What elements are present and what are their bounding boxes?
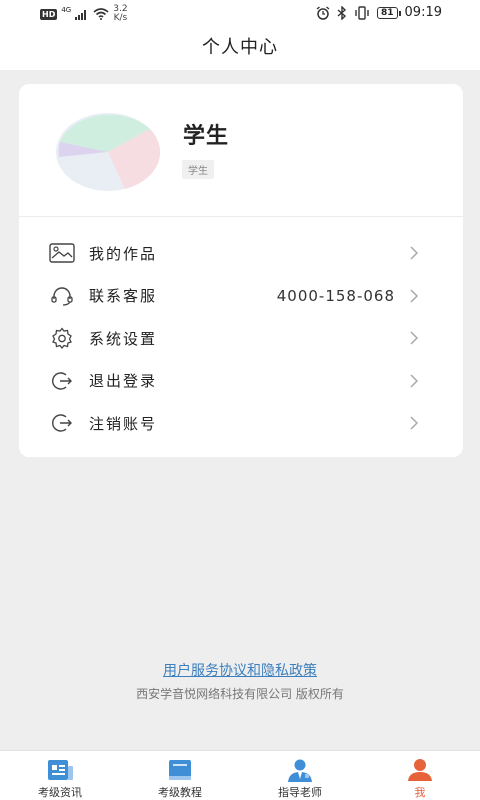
tab-exam-tutorials[interactable]: 考级教程 bbox=[120, 751, 240, 800]
logout-icon bbox=[49, 369, 75, 393]
gear-icon bbox=[49, 326, 75, 350]
network-speed: 3.2 K/s bbox=[113, 5, 127, 23]
tab-exam-news[interactable]: 考级资讯 bbox=[0, 751, 120, 800]
headset-icon bbox=[49, 284, 75, 308]
avatar[interactable] bbox=[55, 112, 161, 192]
chevron-right-icon bbox=[410, 246, 419, 260]
service-phone: 4000-158-068 bbox=[276, 286, 395, 305]
chevron-right-icon bbox=[410, 331, 419, 345]
hd-badge: HD bbox=[40, 8, 58, 20]
tab-label: 我 bbox=[414, 786, 426, 799]
menu-item-system-settings[interactable]: 系统设置 bbox=[19, 317, 463, 360]
menu-item-customer-service[interactable]: 联系客服 4000-158-068 bbox=[19, 275, 463, 318]
page-title: 个人中心 bbox=[202, 37, 278, 58]
user-role-badge: 学生 bbox=[182, 160, 214, 179]
user-icon bbox=[408, 759, 432, 781]
signal-icon bbox=[75, 9, 87, 20]
menu-item-my-works[interactable]: 我的作品 bbox=[19, 232, 463, 275]
teacher-icon bbox=[288, 759, 312, 782]
wifi-icon bbox=[93, 8, 109, 20]
menu-label: 系统设置 bbox=[89, 329, 158, 348]
image-icon bbox=[49, 241, 75, 265]
user-name: 学生 bbox=[183, 124, 230, 149]
status-left: HD 4G 3.2 K/s bbox=[40, 5, 128, 23]
profile-card: 学生 学生 我的作品 联系客服 4000-158-068 系统设置 退出登录 注… bbox=[19, 84, 463, 457]
profile-section: 学生 学生 bbox=[19, 84, 463, 217]
alarm-icon bbox=[316, 5, 330, 20]
book-icon bbox=[169, 760, 191, 780]
menu-label: 注销账号 bbox=[89, 414, 158, 433]
menu-label: 我的作品 bbox=[89, 244, 158, 263]
copyright-text: 西安学音悦网络科技有限公司 版权所有 bbox=[136, 687, 344, 701]
menu-label: 联系客服 bbox=[89, 287, 158, 306]
footer: 用户服务协议和隐私政策 西安学音悦网络科技有限公司 版权所有 bbox=[0, 660, 480, 702]
status-right: 81 09:19 bbox=[316, 5, 442, 20]
menu-item-delete-account[interactable]: 注销账号 bbox=[19, 402, 463, 445]
menu-item-logout[interactable]: 退出登录 bbox=[19, 360, 463, 403]
tab-label: 考级教程 bbox=[158, 786, 202, 799]
chevron-right-icon bbox=[410, 416, 419, 430]
page-header: 个人中心 bbox=[0, 26, 480, 70]
bottom-tab-bar: 考级资讯 考级教程 指导老师 我 bbox=[0, 750, 480, 800]
battery-indicator: 81 bbox=[377, 6, 401, 19]
status-bar: HD 4G 3.2 K/s 81 09:19 bbox=[0, 0, 480, 26]
privacy-agreement-link[interactable]: 用户服务协议和隐私政策 bbox=[0, 660, 480, 680]
chevron-right-icon bbox=[410, 373, 419, 388]
tab-label: 指导老师 bbox=[278, 786, 322, 799]
tab-label: 考级资讯 bbox=[38, 786, 82, 799]
bluetooth-icon bbox=[337, 5, 347, 20]
news-icon bbox=[48, 760, 73, 780]
chevron-right-icon bbox=[410, 288, 419, 303]
settings-menu: 我的作品 联系客服 4000-158-068 系统设置 退出登录 注销账号 bbox=[19, 232, 463, 445]
speed-unit: K/s bbox=[113, 13, 128, 23]
logout-icon bbox=[49, 411, 75, 435]
tab-me[interactable]: 我 bbox=[360, 751, 480, 800]
vibrate-icon bbox=[355, 5, 369, 20]
status-time: 09:19 bbox=[404, 5, 442, 20]
menu-label: 退出登录 bbox=[89, 372, 158, 391]
network-type: 4G bbox=[61, 6, 72, 14]
tab-instructors[interactable]: 指导老师 bbox=[240, 751, 360, 800]
